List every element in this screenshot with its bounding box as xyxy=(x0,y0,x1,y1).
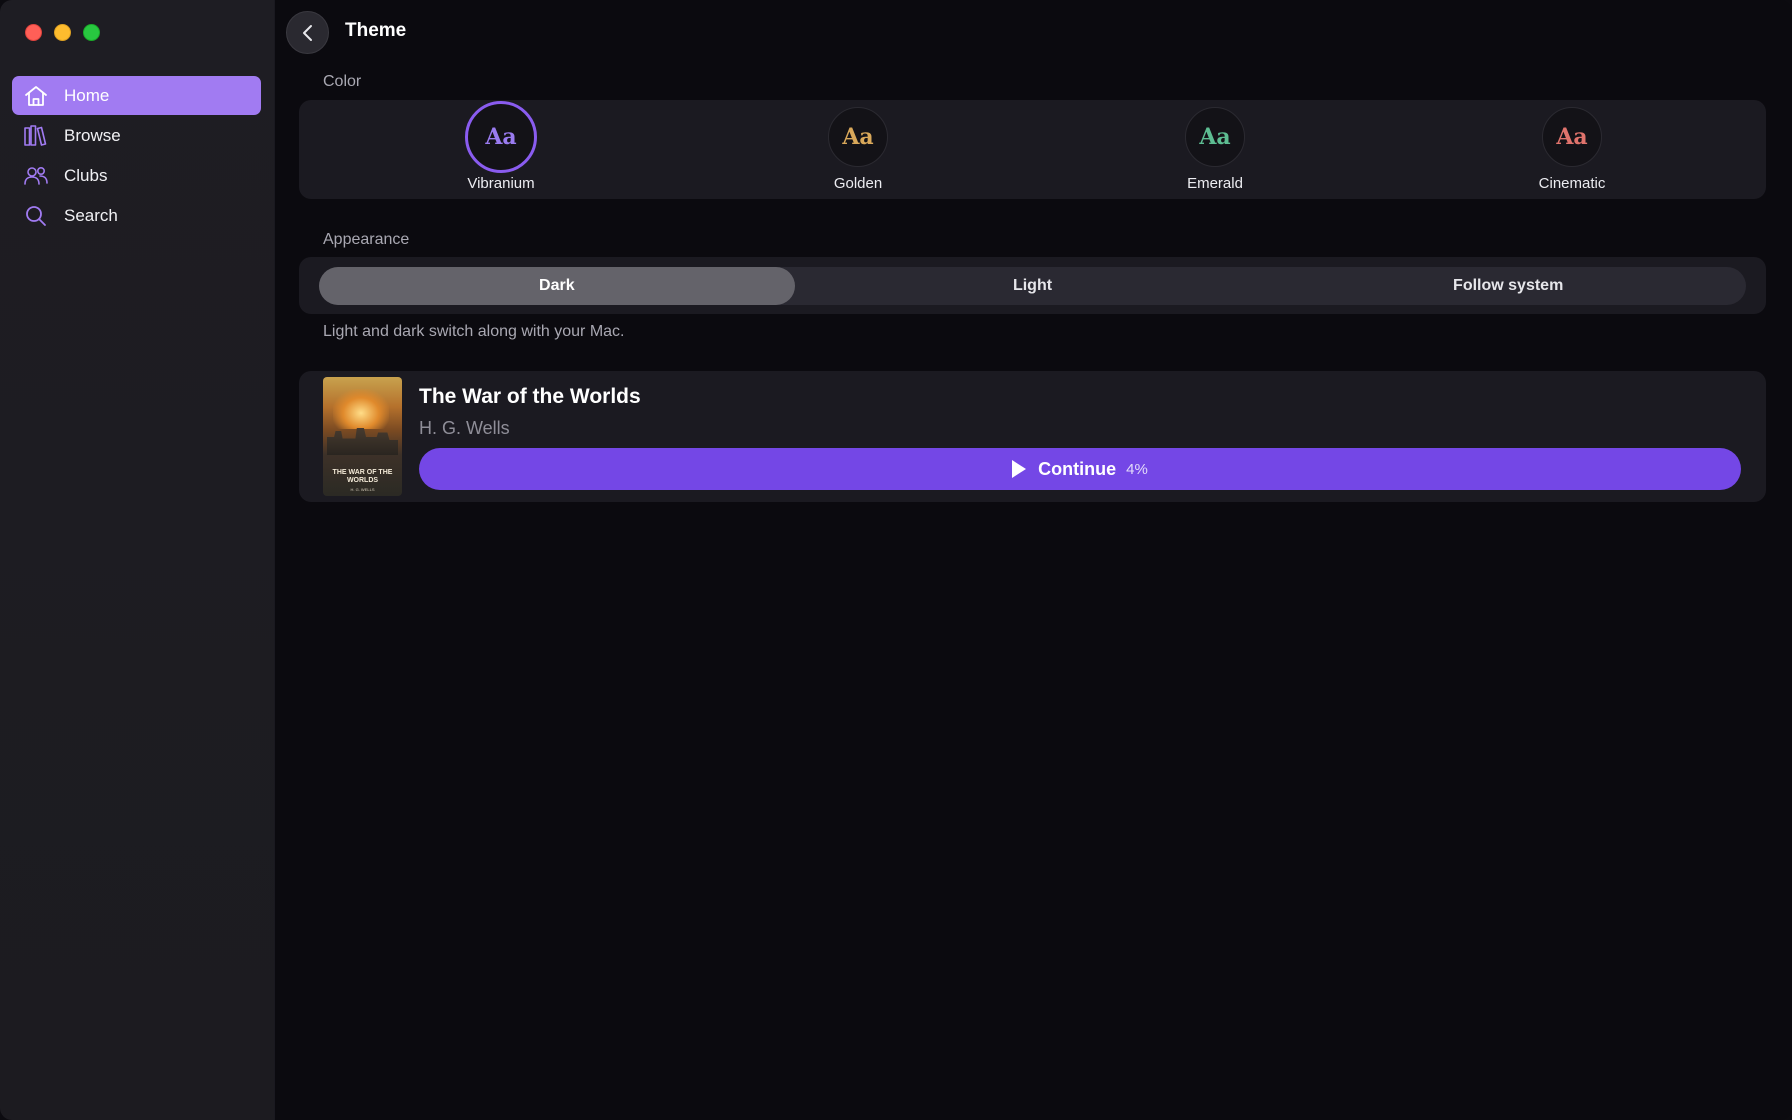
back-button[interactable] xyxy=(286,11,329,54)
sidebar-item-label: Clubs xyxy=(64,165,108,185)
swatch-circle: Aa xyxy=(465,101,537,173)
sidebar-item-label: Home xyxy=(64,85,110,105)
appearance-segmented-control: Dark Light Follow system xyxy=(319,267,1746,305)
swatch-circle: Aa xyxy=(1185,107,1245,167)
color-option-emerald[interactable]: Aa Emerald xyxy=(1125,100,1305,192)
minimize-window-button[interactable] xyxy=(54,24,71,41)
sidebar-item-home[interactable]: Home xyxy=(12,76,261,115)
swatch-circle: Aa xyxy=(1542,107,1602,167)
play-icon xyxy=(1012,460,1027,478)
chevron-left-icon xyxy=(302,24,312,41)
book-author: H. G. Wells xyxy=(419,418,510,438)
sidebar-item-label: Browse xyxy=(64,125,121,145)
window-controls xyxy=(25,24,100,41)
sidebar-item-clubs[interactable]: Clubs xyxy=(12,156,261,195)
reading-progress: 4% xyxy=(1126,460,1148,478)
color-picker: Aa Vibranium Aa Golden Aa Emerald Aa Cin… xyxy=(299,100,1766,199)
continue-reading-card: THE WAR OF THE WORLDS H. G. WELLS The Wa… xyxy=(299,371,1766,502)
color-option-golden[interactable]: Aa Golden xyxy=(768,100,948,192)
book-cover[interactable]: THE WAR OF THE WORLDS H. G. WELLS xyxy=(323,377,402,496)
appearance-card: Dark Light Follow system xyxy=(299,257,1766,314)
cover-title: THE WAR OF THE WORLDS xyxy=(332,469,393,484)
close-window-button[interactable] xyxy=(25,24,42,41)
search-icon xyxy=(23,204,49,228)
maximize-window-button[interactable] xyxy=(83,24,100,41)
appearance-hint: Light and dark switch along with your Ma… xyxy=(323,323,625,340)
swatch-label: Vibranium xyxy=(467,175,535,192)
appearance-option-dark[interactable]: Dark xyxy=(319,267,795,305)
appearance-option-light[interactable]: Light xyxy=(795,267,1271,305)
library-icon xyxy=(23,124,49,148)
appearance-option-follow-system[interactable]: Follow system xyxy=(1270,267,1746,305)
swatch-label: Golden xyxy=(833,175,883,192)
swatch-label: Cinematic xyxy=(1538,175,1606,192)
continue-label: Continue xyxy=(1038,458,1117,479)
sidebar-item-search[interactable]: Search xyxy=(12,196,261,235)
swatch-circle: Aa xyxy=(828,107,888,167)
sidebar-nav: Home Browse Clubs Search xyxy=(12,76,261,236)
page-title: Theme xyxy=(345,20,407,41)
appearance-section-label: Appearance xyxy=(323,231,410,248)
app-window: Home Browse Clubs Search Theme Color Aa … xyxy=(0,0,1792,1120)
swatch-label: Emerald xyxy=(1187,175,1243,192)
cover-art xyxy=(333,389,389,429)
cover-art-ruins xyxy=(327,428,398,455)
people-icon xyxy=(23,164,49,188)
sidebar: Home Browse Clubs Search xyxy=(0,0,275,1120)
sidebar-item-browse[interactable]: Browse xyxy=(12,116,261,155)
sidebar-item-label: Search xyxy=(64,205,118,225)
color-option-vibranium[interactable]: Aa Vibranium xyxy=(411,100,591,192)
continue-reading-button[interactable]: Continue 4% xyxy=(419,448,1741,490)
home-icon xyxy=(23,84,49,108)
color-section-label: Color xyxy=(323,73,362,90)
cover-author: H. G. WELLS xyxy=(350,487,375,492)
main-content: Theme Color Aa Vibranium Aa Golden Aa Em… xyxy=(275,0,1792,1120)
color-option-cinematic[interactable]: Aa Cinematic xyxy=(1482,100,1662,192)
book-title: The War of the Worlds xyxy=(419,385,641,408)
